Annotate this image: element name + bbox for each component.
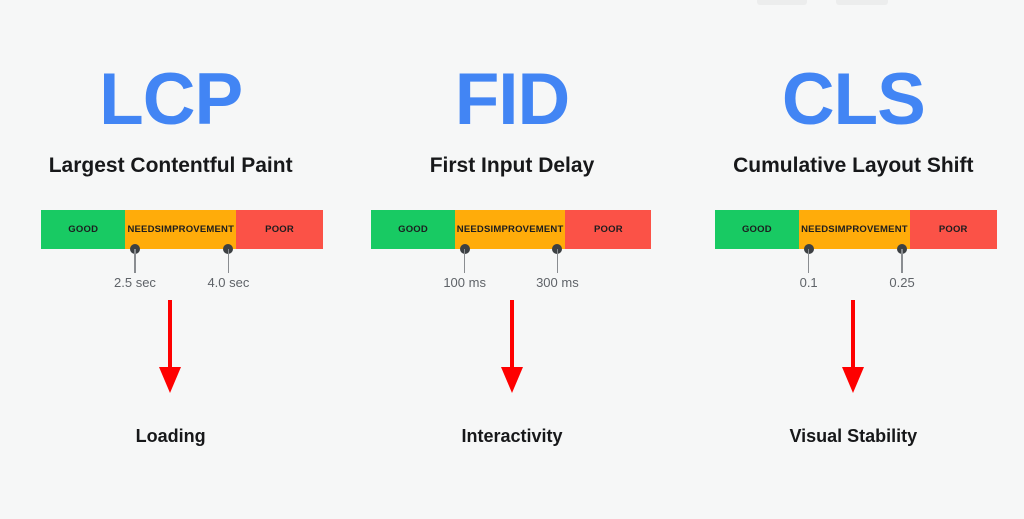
segment-good: GOOD: [41, 210, 126, 249]
segment-needs-improvement: NEEDS IMPROVEMENT: [454, 210, 566, 249]
segment-needs-line1: NEEDS: [801, 224, 835, 235]
segment-poor: POOR: [236, 210, 323, 249]
threshold-value-upper: 0.25: [889, 275, 915, 290]
metric-outcome-lcp: Loading: [135, 426, 206, 446]
down-arrow-icon: [341, 300, 682, 393]
threshold-bar-cls: GOOD NEEDS IMPROVEMENT POOR 0.1 0.25: [714, 210, 997, 290]
threshold-bar-segments: GOOD NEEDS IMPROVEMENT POOR: [371, 210, 652, 249]
segment-needs-line1: NEEDS: [456, 224, 491, 235]
segment-needs-improvement: NEEDS IMPROVEMENT: [799, 210, 910, 249]
metric-outcome-fid: Interactivity: [461, 426, 563, 446]
threshold-stem: [807, 249, 810, 273]
down-arrow-icon: [0, 300, 340, 393]
segment-needs-line2: IMPROVEMENT: [490, 224, 564, 235]
threshold-bar-segments: GOOD NEEDS IMPROVEMENT POOR: [714, 210, 997, 249]
metric-acronym-lcp: LCP: [99, 59, 243, 140]
segment-good: GOOD: [714, 210, 800, 249]
segment-poor: POOR: [565, 210, 652, 249]
threshold-value-upper: 300 ms: [536, 275, 579, 290]
metric-card-fid: FID First Input Delay GOOD NEEDS IMPROVE…: [341, 0, 682, 519]
metric-outcome-cls: Visual Stability: [789, 426, 918, 446]
metric-acronym-fid: FID: [454, 59, 571, 140]
segment-needs-line1: NEEDS: [127, 224, 162, 235]
segment-poor: POOR: [909, 210, 997, 249]
threshold-stem: [901, 249, 903, 273]
arrow-shaft: [509, 300, 514, 368]
threshold-bar-fid: GOOD NEEDS IMPROVEMENT POOR 100 ms 300 m…: [371, 210, 652, 290]
threshold-bar-lcp: GOOD NEEDS IMPROVEMENT POOR 2.5 sec 4.0 …: [41, 210, 323, 290]
segment-needs-line2: IMPROVEMENT: [161, 224, 235, 235]
arrow-head: [500, 367, 523, 393]
metric-fullname-fid: First Input Delay: [429, 154, 595, 177]
metric-fullname-lcp: Largest Contentful Paint: [48, 154, 293, 177]
core-web-vitals-row: LCP Largest Contentful Paint GOOD NEEDS …: [0, 0, 1024, 519]
threshold-stem: [134, 249, 136, 273]
metric-card-cls: CLS Cumulative Layout Shift GOOD NEEDS I…: [683, 0, 1024, 519]
down-arrow-icon: [683, 300, 1024, 393]
metric-fullname-cls: Cumulative Layout Shift: [733, 154, 974, 177]
arrow-shaft: [167, 300, 172, 368]
arrow-shaft: [851, 300, 856, 368]
threshold-value-upper: 4.0 sec: [207, 275, 250, 290]
metric-card-lcp: LCP Largest Contentful Paint GOOD NEEDS …: [0, 0, 341, 519]
segment-good: GOOD: [371, 210, 455, 249]
arrow-head: [158, 367, 181, 393]
metric-acronym-cls: CLS: [781, 59, 926, 140]
threshold-stem: [463, 249, 466, 273]
threshold-bar-segments: GOOD NEEDS IMPROVEMENT POOR: [41, 210, 323, 249]
arrow-head: [842, 367, 865, 393]
segment-needs-improvement: NEEDS IMPROVEMENT: [125, 210, 237, 249]
segment-needs-line2: IMPROVEMENT: [834, 224, 908, 235]
threshold-stem: [556, 249, 559, 273]
threshold-stem: [227, 249, 230, 273]
